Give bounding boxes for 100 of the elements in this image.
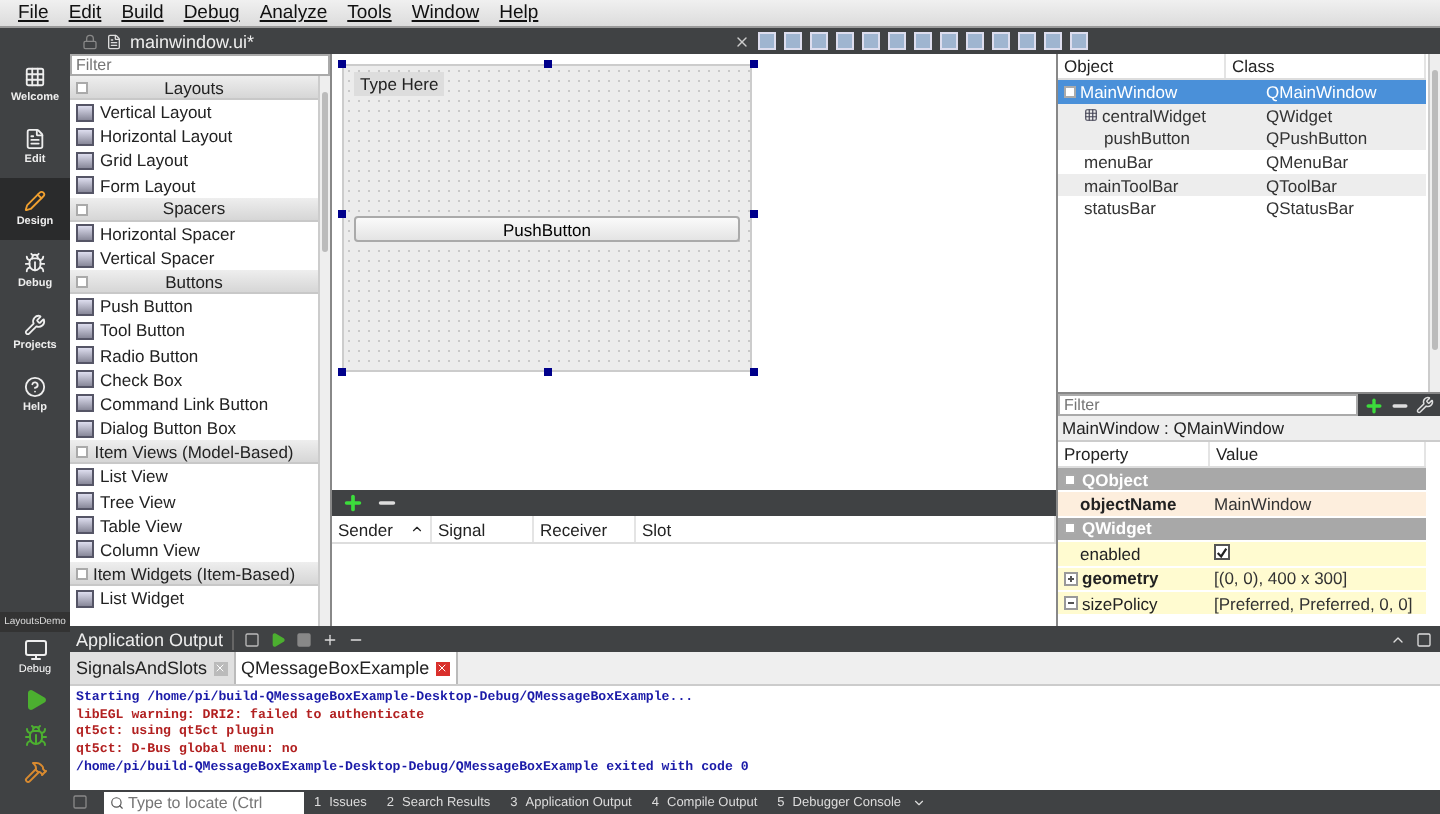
object-row[interactable]: centralWidget QWidget [1058,103,1426,127]
sort-icon [410,522,424,536]
pencil-icon [24,190,46,212]
widget-item[interactable]: Horizontal Layout [70,124,318,149]
menu-item[interactable]: Analyze [249,2,338,24]
rerun-icon[interactable] [269,631,286,647]
add-icon[interactable] [342,492,364,514]
close-icon [734,33,750,49]
expand-icon[interactable] [1064,571,1078,586]
column-header[interactable]: Object [1058,54,1226,78]
resize-handle[interactable] [338,210,346,218]
resize-handle[interactable] [338,60,346,68]
resize-handle[interactable] [338,368,346,376]
property-name: enabled [1078,543,1143,564]
form-canvas[interactable]: Type Here PushButton [342,64,752,372]
resize-handle[interactable] [750,210,758,218]
group-label: QWidget [1082,518,1152,539]
property-name: geometry [1082,568,1159,589]
object-class: QToolBar [1266,175,1339,196]
object-name: statusBar [1084,198,1156,219]
widget-item[interactable]: Tree View [70,488,318,514]
object-name: mainToolBar [1084,175,1179,196]
widget-item[interactable]: Check Box [70,367,318,392]
widget-item[interactable]: Form Layout [70,173,318,198]
widget-item[interactable]: Horizontal Spacer [70,221,318,246]
column-header[interactable]: Slot [636,516,1056,542]
column-header[interactable]: Property [1058,442,1210,466]
property-row[interactable]: geometry [(0, 0), 400 x 300] [1058,567,1426,592]
output-tab[interactable]: QMessageBoxExample [235,652,458,684]
resize-handle[interactable] [544,60,552,68]
column-header[interactable]: Value [1210,442,1426,466]
wrench-icon[interactable] [1416,396,1434,414]
add-icon[interactable] [1364,395,1384,415]
object-class: QMainWindow [1266,81,1379,102]
property-value[interactable]: [Preferred, Preferred, 0, 0] [1210,593,1426,614]
widget-item[interactable]: Grid Layout [70,148,318,174]
category-header[interactable]: Item Widgets (Item-Based) [70,562,318,586]
column-header[interactable]: Sender [332,516,432,542]
widget-item[interactable]: Tool Button [70,318,318,343]
column-header[interactable]: Receiver [534,516,636,542]
panel-title: Application Output [76,629,234,649]
category-header[interactable]: Buttons [70,270,318,295]
zoom-in-icon[interactable] [321,631,338,647]
layout-icon [1084,108,1098,123]
property-row[interactable]: sizePolicy [Preferred, Preferred, 0, 0] [1058,591,1426,617]
widget-item[interactable]: List Widget [70,586,318,611]
object-name: MainWindow [1080,81,1178,102]
panel-icon[interactable] [1416,631,1432,647]
dropdown-icon[interactable] [911,795,925,809]
menu-item[interactable]: Debug [173,2,250,24]
monitor-icon [23,638,47,662]
object-row[interactable]: pushButton QPushButton [1058,126,1426,151]
stop-icon[interactable] [295,631,312,647]
widget-item[interactable]: List View [70,464,318,489]
property-row[interactable]: objectName MainWindow [1058,492,1426,518]
resize-handle[interactable] [750,60,758,68]
play-icon [23,688,47,712]
menu-item[interactable]: Edit [58,2,112,24]
object-row[interactable]: mainToolBar QToolBar [1058,173,1426,197]
sidebar-toggle-icon[interactable] [72,794,88,810]
widget-item[interactable]: Vertical Layout [70,100,318,125]
bug-icon [24,252,46,274]
close-icon[interactable] [435,661,450,675]
widget-item[interactable]: Command Link Button [70,391,318,417]
object-class: QStatusBar [1266,198,1356,219]
object-name: centralWidget [1102,105,1206,126]
menu-item[interactable]: Help [489,2,549,24]
widget-item[interactable]: Vertical Spacer [70,245,318,271]
category-header[interactable]: Layouts [70,76,318,100]
widget-item[interactable]: Dialog Button Box [70,416,318,441]
menu-item[interactable]: Window [401,2,490,24]
menu-item[interactable]: Tools [337,2,402,24]
column-header[interactable]: Class [1226,54,1426,78]
property-editor-title: MainWindow : QMainWindow [1058,416,1440,442]
category-header[interactable]: Spacers [70,197,318,222]
property-value[interactable]: MainWindow [1210,494,1426,515]
menu-item[interactable]: File [8,2,59,24]
category-header[interactable]: Item Views (Model-Based) [70,440,318,465]
widget-item[interactable]: Radio Button [70,343,318,368]
filter-field[interactable]: Filter [1058,394,1358,416]
property-value[interactable]: [(0, 0), 400 x 300] [1210,568,1426,589]
push-button[interactable]: PushButton [354,216,740,242]
checkbox[interactable] [1214,544,1230,561]
resize-handle[interactable] [544,368,552,376]
object-class: QWidget [1266,105,1335,126]
collapse-icon[interactable] [1064,85,1076,98]
column-header[interactable]: Signal [432,516,534,542]
collapse-icon[interactable] [1064,596,1078,611]
menu-item[interactable]: Build [111,2,174,24]
hammer-icon [23,760,47,784]
output-tab[interactable]: SignalsAndSlots [70,652,236,684]
filter-field[interactable]: Filter [70,54,330,76]
object-class: QMenuBar [1266,151,1351,172]
widget-item[interactable]: Push Button [70,294,318,319]
menu-placeholder[interactable]: Type Here [354,72,445,96]
resize-handle[interactable] [750,368,758,376]
locator-field[interactable]: Type to locate (Ctrl [104,791,304,813]
widget-item[interactable]: Column View [70,537,318,562]
widget-item[interactable]: Table View [70,513,318,538]
group-label: QObject [1082,469,1149,490]
